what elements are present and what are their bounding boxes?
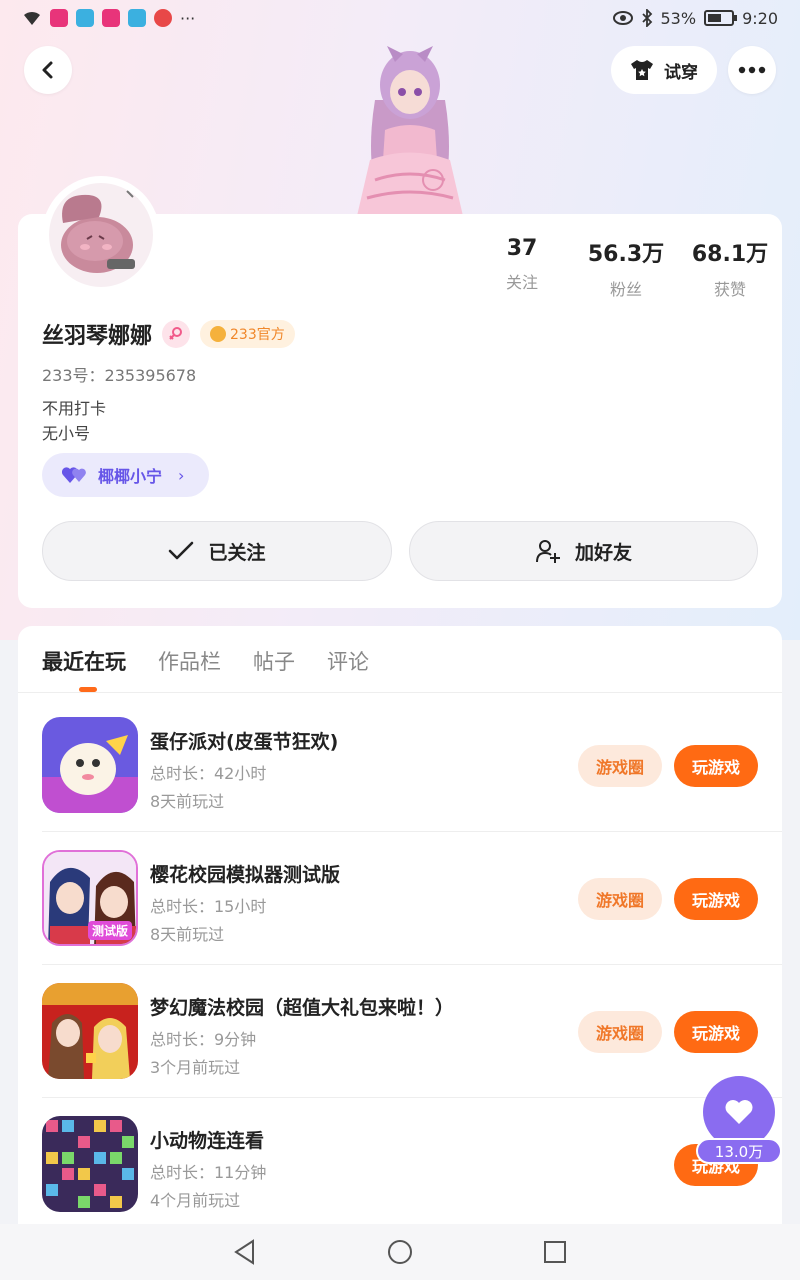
bio-line: 无小号	[42, 424, 91, 443]
cp-tag-label: 椰椰小宁	[98, 467, 163, 486]
try-on-button[interactable]: 试穿	[611, 46, 717, 94]
game-circle-button[interactable]: 游戏圈	[578, 878, 662, 920]
game-last-played: 8天前玩过	[150, 792, 225, 811]
play-game-button[interactable]: 玩游戏	[674, 745, 758, 787]
tshirt-icon	[631, 60, 653, 80]
game-row[interactable]: 蛋仔派对(皮蛋节狂欢) 总时长：42小时 8天前玩过 游戏圈 玩游戏	[42, 717, 782, 850]
row-divider	[42, 964, 782, 965]
try-on-label: 试穿	[664, 62, 698, 83]
tab-works[interactable]: 作品栏	[158, 646, 221, 688]
add-friend-label: 加好友	[574, 541, 632, 564]
app-notification-icon	[50, 9, 68, 27]
home-circle-icon[interactable]	[387, 1239, 413, 1265]
play-game-button[interactable]: 玩游戏	[674, 878, 758, 920]
status-right: 53% 9:20	[612, 8, 778, 28]
game-last-played: 3个月前玩过	[150, 1058, 241, 1077]
chevron-right-icon: ›	[178, 465, 185, 485]
chevron-left-icon	[42, 61, 53, 79]
stat-value: 56.3万	[587, 242, 665, 267]
stat-value: 68.1万	[691, 242, 769, 267]
row-divider	[42, 1097, 782, 1098]
battery-percent: 53%	[660, 8, 697, 28]
system-nav-bar	[0, 1224, 800, 1280]
female-gender-icon	[162, 320, 191, 348]
tab-divider	[18, 692, 782, 693]
wifi-icon	[24, 11, 40, 25]
status-bar: ··· 53% 9:20	[0, 0, 800, 36]
game-icon[interactable]	[42, 717, 138, 813]
game-title: 梦幻魔法校园（超值大礼包来啦！）	[150, 997, 455, 1019]
user-id: 233号：235395678	[42, 366, 197, 385]
following-button[interactable]: 已关注	[42, 521, 392, 581]
bluetooth-icon	[641, 9, 652, 27]
app-notification-icon	[128, 9, 146, 27]
add-user-icon	[535, 540, 560, 563]
bio: 不用打卡 无小号	[42, 396, 106, 446]
game-icon[interactable]	[42, 983, 138, 1079]
tab-comments[interactable]: 评论	[327, 646, 369, 688]
like-count: 13.0万	[696, 1138, 782, 1164]
game-title: 樱花校园模拟器测试版	[150, 864, 341, 886]
profile-stats: 37 关注 56.3万 粉丝 68.1万 获赞	[470, 236, 782, 300]
profile-tabs: 最近在玩 作品栏 帖子 评论	[42, 646, 369, 688]
avatar[interactable]	[42, 176, 160, 294]
row-divider	[42, 831, 782, 832]
stat-likes[interactable]: 68.1万 获赞	[678, 236, 782, 300]
tab-posts[interactable]: 帖子	[253, 646, 295, 688]
app-notification-icon	[154, 9, 172, 27]
pink-squirrel-avatar-icon	[61, 190, 140, 273]
stat-label: 粉丝	[609, 280, 642, 299]
game-duration: 总时长：9分钟	[150, 1030, 257, 1049]
double-heart-icon	[62, 467, 86, 483]
status-left: ···	[22, 9, 195, 28]
game-circle-button[interactable]: 游戏圈	[578, 745, 662, 787]
game-last-played: 4个月前玩过	[150, 1191, 241, 1210]
clock: 9:20	[742, 8, 778, 28]
game-duration: 总时长：42小时	[150, 764, 267, 783]
game-icon[interactable]: 测试版	[42, 850, 138, 946]
stat-label: 获赞	[713, 280, 746, 299]
eye-icon	[612, 11, 633, 25]
game-title: 蛋仔派对(皮蛋节狂欢)	[150, 731, 339, 753]
game-row[interactable]: 梦幻魔法校园（超值大礼包来啦！） 总时长：9分钟 3个月前玩过 游戏圈 玩游戏	[42, 983, 782, 1116]
game-row[interactable]: 测试版 樱花校园模拟器测试版 总时长：15小时 8天前玩过 游戏圈 玩游戏	[42, 850, 782, 983]
name-row: 丝羽琴娜娜 233官方	[42, 318, 295, 350]
game-duration: 总时长：15小时	[150, 897, 267, 916]
game-title: 小动物连连看	[150, 1130, 265, 1152]
stat-followers[interactable]: 56.3万 粉丝	[574, 236, 678, 300]
cp-relation-tag[interactable]: 椰椰小宁 ›	[42, 453, 209, 497]
app-notification-icon	[102, 9, 120, 27]
more-notifications-indicator: ···	[180, 8, 196, 28]
game-last-played: 8天前玩过	[150, 925, 225, 944]
bio-line: 不用打卡	[42, 399, 107, 418]
game-icon[interactable]	[42, 1116, 138, 1212]
stat-value: 37	[506, 236, 538, 261]
official-badge[interactable]: 233官方	[200, 320, 295, 348]
test-version-label: 测试版	[87, 921, 132, 940]
recents-square-icon[interactable]	[543, 1240, 567, 1264]
add-friend-button[interactable]: 加好友	[409, 521, 758, 581]
game-duration: 总时长：11分钟	[150, 1163, 267, 1182]
stat-following[interactable]: 37 关注	[470, 236, 574, 300]
username: 丝羽琴娜娜	[42, 324, 153, 349]
tab-recently-played[interactable]: 最近在玩	[42, 646, 126, 688]
play-game-button[interactable]: 玩游戏	[674, 1011, 758, 1053]
checkmark-icon	[169, 541, 194, 560]
avatar-figure[interactable]	[345, 40, 475, 216]
game-circle-button[interactable]: 游戏圈	[578, 1011, 662, 1053]
following-label: 已关注	[208, 541, 266, 564]
more-dots-icon	[738, 66, 766, 74]
battery-icon	[704, 10, 738, 26]
stat-label: 关注	[505, 273, 538, 292]
back-triangle-icon[interactable]	[233, 1239, 257, 1265]
official-badge-label: 233官方	[230, 327, 285, 343]
app-notification-icon	[76, 9, 94, 27]
back-button[interactable]	[24, 46, 72, 94]
heart-icon	[725, 1100, 753, 1124]
more-button[interactable]	[728, 46, 776, 94]
avatar-image	[49, 183, 153, 287]
official-badge-icon	[210, 326, 227, 342]
